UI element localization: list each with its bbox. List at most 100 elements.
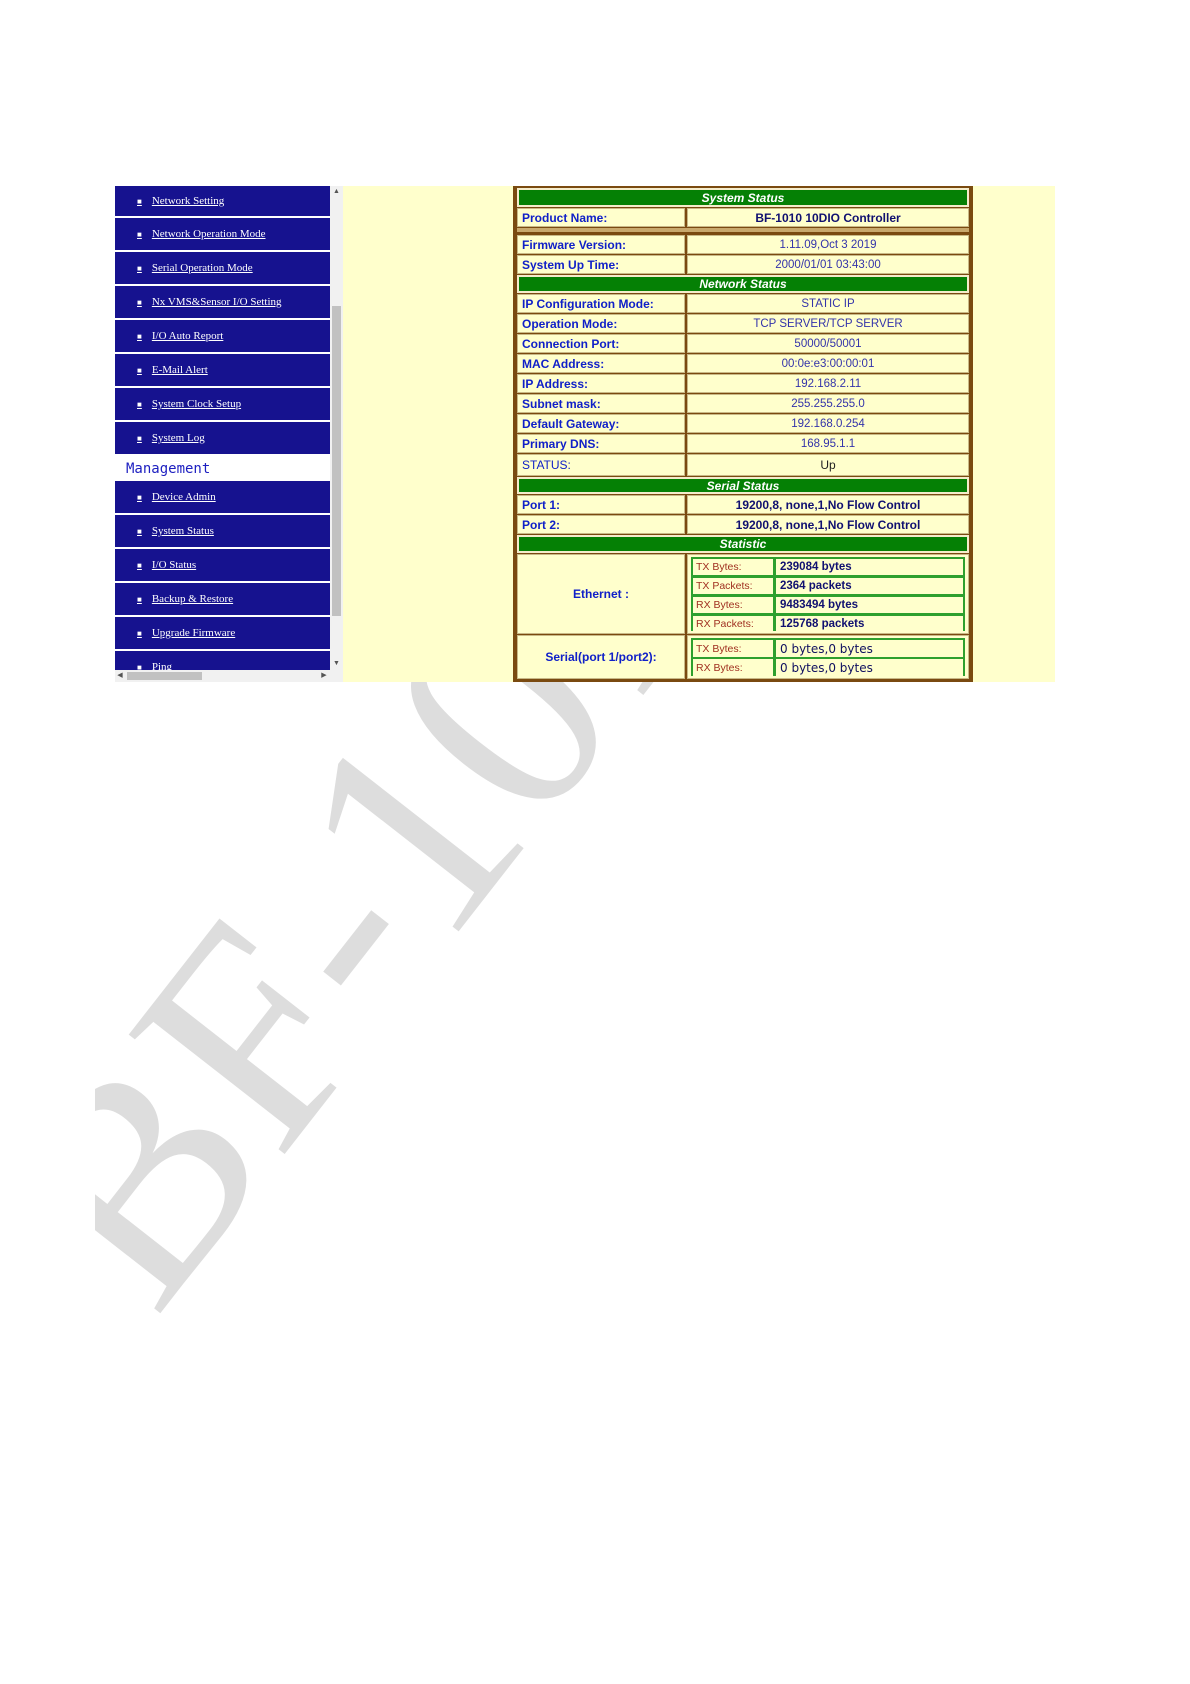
table-row: RX Bytes: 0 bytes,0 bytes bbox=[693, 659, 963, 676]
ethernet-statistic-row: Ethernet : TX Bytes: 239084 bytes TX Pac… bbox=[517, 554, 969, 634]
system-status-title: System Status bbox=[517, 188, 969, 207]
nav-item-label: Upgrade Firmware bbox=[151, 627, 236, 639]
system-status-panel: System Status Product Name: BF-1010 10DI… bbox=[513, 186, 973, 682]
scroll-down-arrow-icon[interactable]: ▼ bbox=[330, 658, 343, 670]
scroll-left-arrow-icon[interactable]: ◀ bbox=[115, 670, 125, 682]
operation-mode-value: TCP SERVER/TCP SERVER bbox=[687, 314, 969, 333]
ip-address-value: 192.168.2.11 bbox=[687, 374, 969, 393]
serial-tx-bytes-value: 0 bytes,0 bytes bbox=[776, 640, 963, 657]
system-status-header-row: System Status bbox=[517, 188, 969, 207]
scrollbar-thumb[interactable] bbox=[332, 306, 341, 616]
nav-item-io-status[interactable]: ■ I/O Status bbox=[115, 549, 330, 581]
firmware-version-label: Firmware Version: bbox=[517, 235, 685, 254]
ethernet-statistic-table: TX Bytes: 239084 bytes TX Packets: 2364 … bbox=[691, 557, 965, 631]
ip-configuration-mode-value: STATIC IP bbox=[687, 294, 969, 313]
serial-status-header-row: Serial Status bbox=[517, 477, 969, 494]
scrollbar-thumb[interactable] bbox=[127, 672, 202, 680]
nav-item-nx-vms-sensor-io-setting[interactable]: ■ Nx VMS&Sensor I/O Setting bbox=[115, 286, 330, 318]
nav-item-system-clock-setup[interactable]: ■ System Clock Setup bbox=[115, 388, 330, 420]
bullet-icon: ■ bbox=[137, 263, 142, 273]
nav-item-label: Nx VMS&Sensor I/O Setting bbox=[151, 296, 282, 308]
bullet-icon: ■ bbox=[137, 628, 142, 638]
nav-item-device-admin[interactable]: ■ Device Admin bbox=[115, 481, 330, 513]
nav-item-system-status[interactable]: ■ System Status bbox=[115, 515, 330, 547]
default-gateway-label: Default Gateway: bbox=[517, 414, 685, 433]
nav-item-network-setting[interactable]: ■ Network Setting bbox=[115, 186, 330, 216]
nav-item-label: System Clock Setup bbox=[151, 398, 242, 410]
product-name-value: BF-1010 10DIO Controller bbox=[687, 208, 969, 227]
nav-item-backup-restore[interactable]: ■ Backup & Restore bbox=[115, 583, 330, 615]
watermark-text: BF-101 bbox=[95, 600, 771, 1360]
subnet-mask-label: Subnet mask: bbox=[517, 394, 685, 413]
table-row: Subnet mask: 255.255.255.0 bbox=[517, 394, 969, 413]
table-row: System Up Time: 2000/01/01 03:43:00 bbox=[517, 255, 969, 274]
table-row: TX Bytes: 0 bytes,0 bytes bbox=[693, 640, 963, 657]
table-row: STATUS: Up bbox=[517, 454, 969, 476]
network-status-title: Network Status bbox=[517, 275, 969, 293]
product-name-label: Product Name: bbox=[517, 208, 685, 227]
ethernet-tx-packets-label: TX Packets: bbox=[693, 578, 773, 594]
serial-rx-bytes-label: RX Bytes: bbox=[693, 659, 773, 676]
bullet-icon: ■ bbox=[137, 560, 142, 570]
section-divider bbox=[517, 228, 969, 232]
nav-item-network-operation-mode[interactable]: ■ Network Operation Mode bbox=[115, 218, 330, 250]
table-row: Firmware Version: 1.11.09,Oct 3 2019 bbox=[517, 235, 969, 254]
watermark: BF-101 bbox=[95, 600, 771, 1360]
serial-statistic-row: Serial(port 1/port2): TX Bytes: 0 bytes,… bbox=[517, 635, 969, 679]
browser-frameset: ■ Network Setting ■ Network Operation Mode… bbox=[115, 186, 1055, 682]
serial-status-title: Serial Status bbox=[517, 477, 969, 494]
table-row: Connection Port: 50000/50001 bbox=[517, 334, 969, 353]
ethernet-rx-packets-label: RX Packets: bbox=[693, 616, 773, 631]
port-2-label: Port 2: bbox=[517, 515, 685, 534]
ethernet-rx-packets-value: 125768 packets bbox=[776, 616, 963, 631]
nav-item-label: E-Mail Alert bbox=[151, 364, 208, 376]
bullet-icon: ■ bbox=[137, 297, 142, 307]
nav-item-label: Serial Operation Mode bbox=[151, 262, 253, 274]
nav-item-email-alert[interactable]: ■ E-Mail Alert bbox=[115, 354, 330, 386]
nav-item-label: System Log bbox=[151, 432, 205, 444]
bullet-icon: ■ bbox=[137, 399, 142, 409]
nav-item-serial-operation-mode[interactable]: ■ Serial Operation Mode bbox=[115, 252, 330, 284]
nav-vertical-scrollbar[interactable]: ▲ ▼ bbox=[330, 186, 343, 670]
nav-item-label: Network Operation Mode bbox=[151, 228, 266, 240]
table-row: Default Gateway: 192.168.0.254 bbox=[517, 414, 969, 433]
mac-address-label: MAC Address: bbox=[517, 354, 685, 373]
table-row: IP Configuration Mode: STATIC IP bbox=[517, 294, 969, 313]
port-1-value: 19200,8, none,1,No Flow Control bbox=[687, 495, 969, 514]
network-status-header-row: Network Status bbox=[517, 275, 969, 293]
table-row: Product Name: BF-1010 10DIO Controller bbox=[517, 208, 969, 227]
bullet-icon: ■ bbox=[137, 492, 142, 502]
nav-item-io-auto-report[interactable]: ■ I/O Auto Report bbox=[115, 320, 330, 352]
nav-item-system-log[interactable]: ■ System Log bbox=[115, 422, 330, 454]
ethernet-tx-bytes-value: 239084 bytes bbox=[776, 559, 963, 575]
table-row: Port 2: 19200,8, none,1,No Flow Control bbox=[517, 515, 969, 534]
mac-address-value: 00:0e:e3:00:00:01 bbox=[687, 354, 969, 373]
connection-port-value: 50000/50001 bbox=[687, 334, 969, 353]
port-1-label: Port 1: bbox=[517, 495, 685, 514]
scroll-right-arrow-icon[interactable]: ▶ bbox=[319, 670, 329, 682]
scroll-up-arrow-icon[interactable]: ▲ bbox=[330, 186, 343, 198]
serial-statistic-table: TX Bytes: 0 bytes,0 bytes RX Bytes: 0 by… bbox=[691, 638, 965, 676]
table-row: TX Bytes: 239084 bytes bbox=[693, 559, 963, 575]
nav-item-label: Device Admin bbox=[151, 491, 216, 503]
ethernet-statistic-box: TX Bytes: 239084 bytes TX Packets: 2364 … bbox=[687, 554, 969, 634]
ethernet-tx-packets-value: 2364 packets bbox=[776, 578, 963, 594]
statistic-header-row: Statistic bbox=[517, 535, 969, 553]
table-row: TX Packets: 2364 packets bbox=[693, 578, 963, 594]
bullet-icon: ■ bbox=[137, 433, 142, 443]
nav-item-upgrade-firmware[interactable]: ■ Upgrade Firmware bbox=[115, 617, 330, 649]
nav-list: ■ Network Setting ■ Network Operation Mode… bbox=[115, 186, 330, 682]
nav-item-label: Backup & Restore bbox=[151, 593, 234, 605]
firmware-version-value: 1.11.09,Oct 3 2019 bbox=[687, 235, 969, 254]
default-gateway-value: 192.168.0.254 bbox=[687, 414, 969, 433]
serial-rx-bytes-value: 0 bytes,0 bytes bbox=[776, 659, 963, 676]
table-row: RX Bytes: 9483494 bytes bbox=[693, 597, 963, 613]
table-row: Primary DNS: 168.95.1.1 bbox=[517, 434, 969, 453]
nav-section-heading-management: Management bbox=[115, 456, 330, 481]
nav-horizontal-scrollbar[interactable]: ◀ ▶ bbox=[115, 670, 343, 682]
primary-dns-value: 168.95.1.1 bbox=[687, 434, 969, 453]
bullet-icon: ■ bbox=[137, 331, 142, 341]
nav-item-label: I/O Status bbox=[151, 559, 197, 571]
bullet-icon: ■ bbox=[137, 196, 142, 206]
nav-item-label: I/O Auto Report bbox=[151, 330, 224, 342]
